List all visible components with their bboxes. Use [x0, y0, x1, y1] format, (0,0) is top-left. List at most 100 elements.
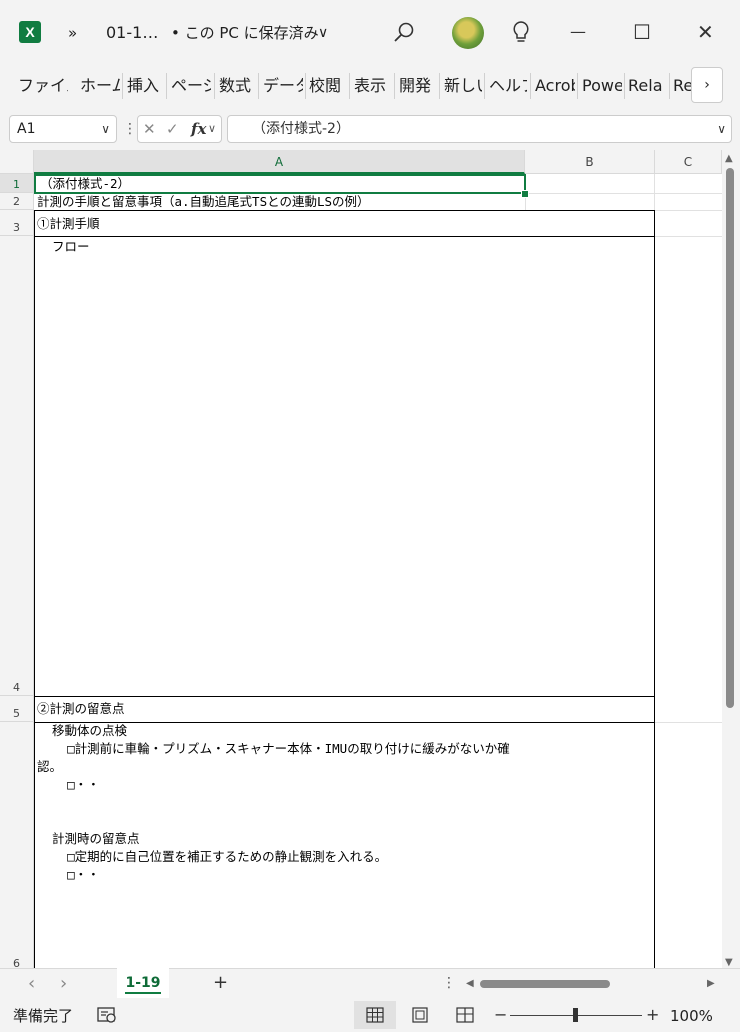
tab-divider — [305, 73, 306, 99]
tab-new[interactable]: 新しい — [444, 75, 482, 97]
formula-buttons: ✕ ✓ fx ∨ — [137, 115, 222, 143]
qat-overflow-button[interactable]: » — [68, 23, 77, 43]
row-header-1[interactable]: 1 — [0, 174, 34, 193]
tab-divider — [577, 73, 578, 99]
vertical-scroll-thumb[interactable] — [726, 168, 734, 708]
row-header-2[interactable]: 2 — [0, 193, 34, 210]
column-header-b[interactable]: B — [525, 150, 655, 174]
next-sheet-button[interactable]: › — [60, 973, 67, 994]
tab-help[interactable]: ヘルプ — [489, 75, 527, 97]
scroll-up-arrow-icon[interactable]: ▲ — [725, 153, 733, 164]
row-number: 6 — [13, 957, 20, 968]
cell-border — [34, 236, 655, 237]
formula-bar-grip[interactable]: ⋮ — [123, 119, 137, 139]
lightbulb-icon[interactable] — [511, 20, 531, 44]
tab-insert[interactable]: 挿入 — [127, 75, 163, 97]
tab-home[interactable]: ホーム — [80, 75, 120, 97]
column-header-c[interactable]: C — [655, 150, 722, 174]
row-header-4[interactable]: 4 — [0, 236, 34, 696]
note-line: □・・ — [37, 867, 100, 882]
cell-a2[interactable]: 計測の手順と留意事項（a.自動追尾式TSとの連動LSの例） — [37, 193, 370, 211]
tab-page-layout[interactable]: ページ — [171, 75, 211, 97]
row-header-5[interactable]: 5 — [0, 696, 34, 722]
tab-acrobat[interactable]: Acrobat — [535, 75, 575, 97]
row-number: 1 — [13, 178, 20, 191]
search-icon[interactable] — [393, 21, 415, 43]
close-button[interactable]: ✕ — [697, 20, 714, 44]
cell-a5[interactable]: ②計測の留意点 — [37, 700, 125, 718]
note-line: □計測前に車輪・プリズム・スキャナー本体・IMUの取り付けに緩みがないか確 — [37, 741, 510, 756]
zoom-in-button[interactable]: + — [646, 1005, 659, 1024]
cell-a4-flow[interactable]: フロー — [37, 238, 90, 256]
chevron-down-icon[interactable]: ∨ — [208, 116, 216, 142]
tab-divider — [624, 73, 625, 99]
tab-formulas[interactable]: 数式 — [219, 75, 255, 97]
column-header-a[interactable]: A — [34, 150, 525, 174]
formula-value: （添付様式-2） — [252, 121, 350, 137]
tab-view[interactable]: 表示 — [354, 75, 390, 97]
scroll-right-arrow-icon[interactable]: ▶ — [707, 978, 715, 989]
cell-border — [34, 210, 35, 968]
tab-divider — [484, 73, 485, 99]
cell-a3[interactable]: ①計測手順 — [37, 215, 100, 233]
scroll-left-arrow-icon[interactable]: ◀ — [466, 978, 474, 989]
note-line: □定期的に自己位置を補正するための静止観測を入れる。 — [37, 849, 388, 864]
tab-review[interactable]: 校閲 — [309, 75, 345, 97]
tab-divider — [214, 73, 215, 99]
save-status[interactable]: • この PC に保存済み — [171, 23, 319, 43]
tab-developer[interactable]: 開発 — [399, 75, 435, 97]
zoom-level[interactable]: 100% — [670, 1006, 713, 1026]
tab-divider — [122, 73, 123, 99]
note-line: 認。 — [37, 759, 63, 774]
grid-view-icon — [366, 1007, 384, 1023]
chevron-down-icon[interactable]: ∨ — [101, 116, 110, 142]
zoom-slider-thumb[interactable] — [573, 1008, 578, 1022]
tab-split-grip[interactable]: ⋮ — [442, 975, 456, 991]
prev-sheet-button[interactable]: ‹ — [28, 973, 35, 994]
page-layout-view-button[interactable] — [399, 1001, 441, 1029]
zoom-out-button[interactable]: − — [494, 1005, 507, 1024]
cancel-icon[interactable]: ✕ — [143, 116, 156, 142]
row-number: 5 — [13, 707, 20, 720]
scroll-down-arrow-icon[interactable]: ▼ — [725, 957, 733, 968]
sheet-tab-1-19[interactable]: 1-19 — [117, 968, 169, 998]
note-line: 移動体の点検 — [37, 723, 128, 738]
name-box[interactable]: A1 ∨ — [9, 115, 117, 143]
add-sheet-button[interactable]: + — [213, 972, 228, 993]
tab-divider — [349, 73, 350, 99]
tab-divider — [530, 73, 531, 99]
excel-app-icon: X — [19, 21, 41, 43]
accessibility-icon[interactable] — [97, 1006, 117, 1024]
tab-power[interactable]: Power — [582, 75, 622, 97]
maximize-button[interactable]: ☐ — [633, 20, 651, 44]
fill-handle[interactable] — [521, 190, 529, 198]
page-layout-icon — [412, 1007, 428, 1023]
ribbon-more-button[interactable]: › — [691, 67, 723, 103]
page-break-icon — [456, 1007, 474, 1023]
horizontal-scroll-thumb[interactable] — [480, 980, 610, 988]
status-ready: 準備完了 — [13, 1007, 74, 1025]
user-avatar[interactable] — [452, 17, 484, 49]
normal-view-button[interactable] — [354, 1001, 396, 1029]
tab-rela[interactable]: Rela — [628, 75, 666, 97]
worksheet-grid[interactable]: A B C 1 2 3 4 5 6 （添付様式-2） 計測の手順と留意事項（a.… — [0, 150, 722, 968]
document-name[interactable]: 01-1… — [106, 23, 158, 43]
tab-file[interactable]: ファイル — [18, 75, 68, 97]
insert-function-icon[interactable]: fx — [191, 116, 206, 142]
tab-data[interactable]: データ — [263, 75, 303, 97]
cell-a6[interactable]: 移動体の点検 □計測前に車輪・プリズム・スキャナー本体・IMUの取り付けに緩みが… — [37, 722, 510, 884]
tab-re[interactable]: Re — [673, 75, 691, 97]
minimize-button[interactable]: — — [570, 20, 586, 44]
formula-input[interactable]: （添付様式-2） ∨ — [227, 115, 732, 143]
active-cell-selection — [34, 174, 526, 194]
page-break-view-button[interactable] — [444, 1001, 486, 1029]
select-all-corner[interactable] — [0, 150, 34, 174]
row-header-6[interactable]: 6 — [0, 722, 34, 968]
chevron-down-icon[interactable]: ∨ — [717, 116, 726, 142]
sheet-tab-bar — [0, 968, 740, 1001]
tab-divider — [669, 73, 670, 99]
gridline — [654, 722, 722, 723]
row-header-3[interactable]: 3 — [0, 210, 34, 236]
enter-icon[interactable]: ✓ — [166, 116, 179, 142]
chevron-down-icon[interactable]: ∨ — [318, 23, 328, 43]
